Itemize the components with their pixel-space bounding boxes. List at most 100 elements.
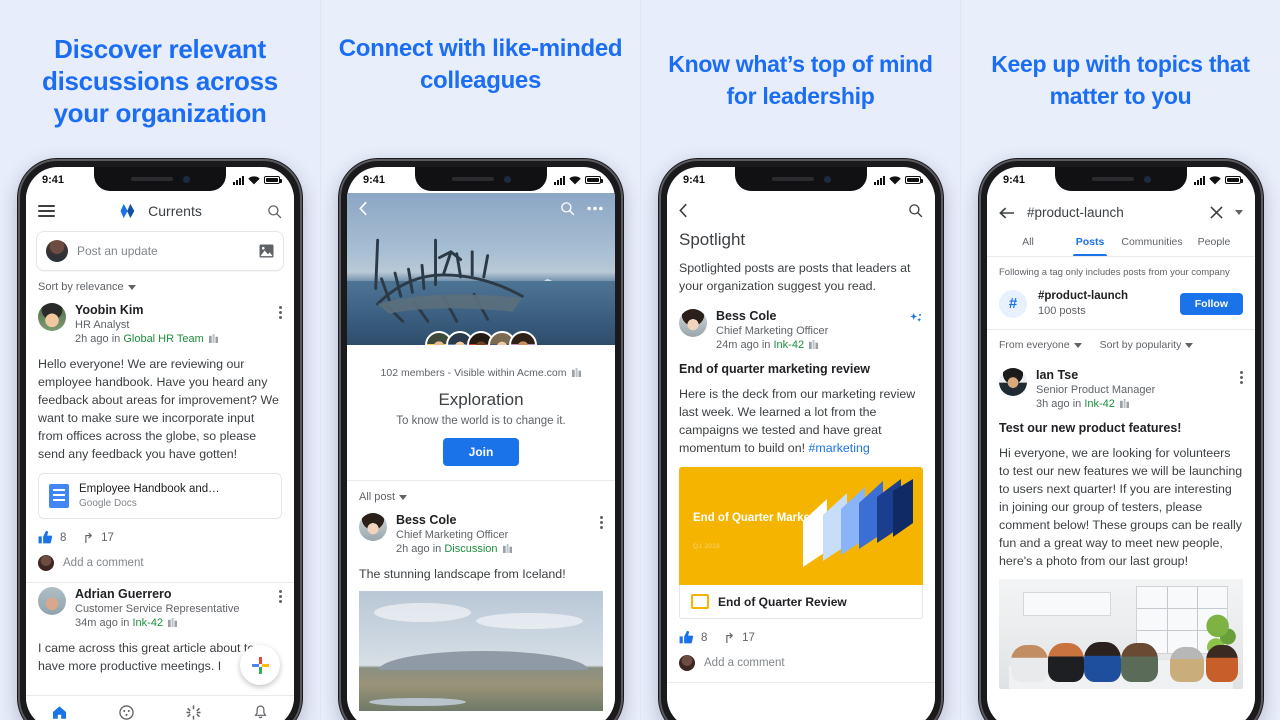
photo-person xyxy=(1084,641,1121,683)
bottom-nav-notifications[interactable] xyxy=(253,705,268,720)
post-body: Here is the deck from our marketing revi… xyxy=(679,376,923,457)
slide-graphic xyxy=(803,479,913,567)
back-chevron-icon[interactable] xyxy=(679,203,688,218)
back-arrow-icon[interactable] xyxy=(999,206,1015,220)
post-time: 34m ago in xyxy=(75,617,133,629)
share-arrow-icon[interactable]: ↱ xyxy=(723,631,735,645)
status-bar-4: 9:41 xyxy=(987,167,1255,193)
post-composer[interactable]: Post an update xyxy=(36,231,284,271)
google-docs-icon xyxy=(49,484,69,508)
filter-sort-by-popularity[interactable]: Sort by popularity xyxy=(1100,339,1194,351)
add-image-icon[interactable] xyxy=(259,244,274,258)
kebab-menu-icon[interactable] xyxy=(279,303,282,319)
avatar xyxy=(38,555,54,571)
search-query[interactable]: #product-launch xyxy=(1027,205,1198,220)
status-bar-3: 9:41 xyxy=(667,167,935,193)
post-photo[interactable] xyxy=(999,579,1243,689)
phone-mockup-3: 9:41 Spotlight Spotlighted posts are pos… xyxy=(658,158,944,720)
company-visibility-icon xyxy=(572,368,582,377)
post-hashtag-link[interactable]: #marketing xyxy=(808,441,869,455)
spotlight-app: Spotlight Spotlighted posts are posts th… xyxy=(667,193,935,720)
bell-icon xyxy=(254,705,267,719)
post-filter[interactable]: All post xyxy=(347,481,615,507)
avatar xyxy=(46,240,68,262)
status-time: 9:41 xyxy=(42,174,65,186)
search-icon[interactable] xyxy=(267,204,282,219)
community-meta: 102 members - Visible within Acme.com xyxy=(347,345,615,379)
close-icon[interactable] xyxy=(1210,206,1223,219)
phone-screen-2: 9:41 102 members - Visible within Acme.c… xyxy=(347,167,615,720)
sort-control[interactable]: Sort by relevance xyxy=(26,271,294,297)
photo-person xyxy=(1206,645,1239,683)
slide-caption[interactable]: End of Quarter Review xyxy=(679,585,923,619)
back-chevron-icon[interactable] xyxy=(359,201,368,216)
signal-bars-icon xyxy=(233,175,244,185)
overflow-dots-icon[interactable] xyxy=(587,206,603,211)
signal-bars-icon xyxy=(554,175,565,185)
post-space-link[interactable]: Discussion xyxy=(444,543,497,555)
post-meta: 24m ago in Ink-42 xyxy=(716,338,828,352)
post-space-link[interactable]: Ink-42 xyxy=(132,617,163,629)
thumbs-up-icon[interactable] xyxy=(38,530,53,545)
add-comment-row[interactable]: Add a comment xyxy=(38,545,282,582)
post-space-link[interactable]: Global HR Team xyxy=(123,333,204,345)
chevron-down-icon[interactable] xyxy=(1235,210,1243,215)
post-time: 24m ago in xyxy=(716,339,774,351)
community-icon xyxy=(168,618,178,627)
wifi-icon xyxy=(248,175,260,184)
slide-preview[interactable]: End of Quarter Marketing Review Q1 2019 xyxy=(679,467,923,585)
member-avatars[interactable] xyxy=(425,331,537,345)
bottom-nav-spotlight[interactable] xyxy=(186,705,201,720)
avatar xyxy=(999,368,1027,396)
kebab-menu-icon[interactable] xyxy=(1240,368,1243,384)
search-icon[interactable] xyxy=(560,201,575,216)
kebab-menu-icon[interactable] xyxy=(279,587,282,603)
wifi-icon xyxy=(569,175,581,184)
panel-discover: Discover relevant discussions across you… xyxy=(0,0,320,720)
share-arrow-icon[interactable]: ↱ xyxy=(82,531,94,545)
bottom-nav-communities[interactable] xyxy=(119,705,134,720)
post-space-link[interactable]: Ink-42 xyxy=(773,339,804,351)
tab-posts[interactable]: Posts xyxy=(1059,230,1121,256)
follow-button[interactable]: Follow xyxy=(1179,292,1243,315)
hamburger-menu-icon[interactable] xyxy=(38,205,55,217)
tab-people[interactable]: People xyxy=(1183,230,1245,256)
join-button[interactable]: Join xyxy=(442,438,520,466)
add-comment-placeholder: Add a comment xyxy=(704,657,785,669)
bottom-nav-home[interactable] xyxy=(52,705,67,720)
community-icon xyxy=(208,334,218,343)
post-time: 2h ago in xyxy=(75,333,124,345)
search-tabs: All Posts Communities People xyxy=(987,230,1255,257)
filter-from-everyone[interactable]: From everyone xyxy=(999,339,1082,351)
post-author: Bess Cole xyxy=(716,309,777,323)
thumbs-up-icon[interactable] xyxy=(679,630,694,645)
post-role: Chief Marketing Officer xyxy=(396,529,509,541)
photo-person xyxy=(1047,642,1085,683)
post-author: Adrian Guerrero xyxy=(75,587,172,601)
post-attachment[interactable]: Employee Handbook and… Google Docs xyxy=(38,473,282,519)
post-author: Bess Cole xyxy=(396,513,457,527)
headline-discover: Discover relevant discussions across you… xyxy=(42,34,278,128)
panel-topics: Keep up with topics that matter to you 9… xyxy=(960,0,1280,720)
chevron-down-icon xyxy=(399,494,408,500)
community-name: Exploration xyxy=(438,390,524,409)
tab-all[interactable]: All xyxy=(997,230,1059,256)
cover-toolbar xyxy=(347,193,615,224)
wifi-icon xyxy=(889,175,901,184)
sparkle-spotlight-icon xyxy=(910,313,922,322)
post-photo[interactable] xyxy=(359,591,603,711)
community-icon xyxy=(1119,399,1129,408)
share-count: 17 xyxy=(101,531,114,544)
post-title: End of quarter marketing review xyxy=(679,362,871,376)
post-space-link[interactable]: Ink-42 xyxy=(1084,398,1115,410)
search-icon[interactable] xyxy=(908,203,923,218)
add-comment-row[interactable]: Add a comment xyxy=(679,645,923,682)
compose-fab[interactable] xyxy=(240,645,280,685)
bottom-navigation xyxy=(26,695,294,720)
kebab-menu-icon[interactable] xyxy=(600,513,603,529)
tab-communities[interactable]: Communities xyxy=(1121,230,1183,256)
status-bar-1: 9:41 xyxy=(26,167,294,193)
signal-bars-icon xyxy=(874,175,885,185)
headline-connect: Connect with like-minded colleagues xyxy=(338,35,623,94)
post-author-block: Bess Cole Chief Marketing Officer 24m ag… xyxy=(716,309,828,352)
